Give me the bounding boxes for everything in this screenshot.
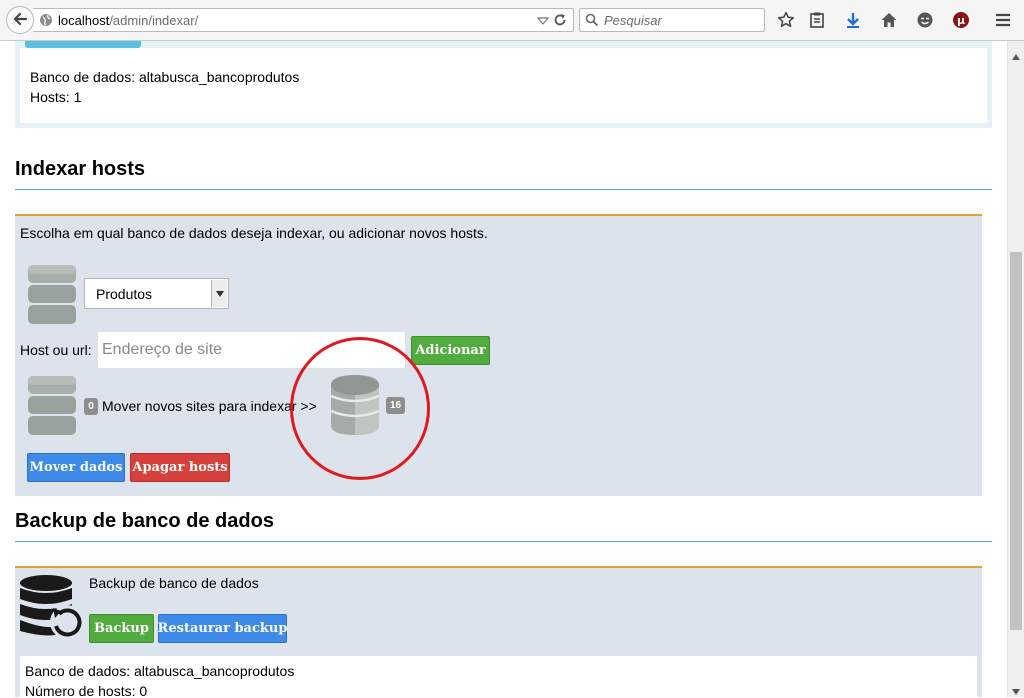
scroll-up-arrow-icon[interactable]	[1012, 47, 1020, 63]
database-info-box: Banco de dados: altabusca_bancoprodutos …	[20, 48, 987, 123]
new-sites-count-badge: 0	[84, 398, 98, 415]
database-select-value: Produtos	[96, 286, 153, 302]
restore-backup-button[interactable]: Restaurar backup	[158, 614, 287, 643]
move-sites-text: Mover novos sites para indexar >>	[102, 398, 317, 414]
page-content: Banco de dados: altabusca_bancoprodutos …	[0, 41, 1007, 697]
index-panel: Escolha em qual banco de dados deseja in…	[15, 214, 982, 496]
download-icon[interactable]	[843, 10, 863, 30]
backup-section-title: Backup de banco de dados	[15, 510, 274, 532]
url-path: /admin/indexar/	[109, 13, 199, 28]
database-select[interactable]: Produtos	[84, 278, 229, 309]
database-icon	[28, 265, 76, 324]
browser-toolbar: localhost/admin/indexar/ µ	[0, 0, 1024, 41]
back-button[interactable]	[6, 6, 34, 34]
database-name: Banco de dados: altabusca_bancoprodutos	[30, 69, 300, 85]
backup-button[interactable]: Backup	[89, 614, 154, 643]
index-section-divider	[15, 189, 992, 190]
index-section-title: Indexar hosts	[15, 158, 146, 180]
move-data-button[interactable]: Mover dados	[27, 453, 125, 482]
star-icon[interactable]	[776, 10, 796, 30]
cut-off-button[interactable]	[25, 41, 141, 48]
vertical-scrollbar[interactable]	[1007, 41, 1024, 697]
url-bar[interactable]: localhost/admin/indexar/	[33, 8, 574, 32]
home-icon[interactable]	[879, 10, 899, 30]
database-icon	[28, 376, 76, 435]
database-restore-icon	[20, 575, 84, 639]
utorrent-icon[interactable]: µ	[951, 10, 971, 30]
url-host: localhost	[58, 13, 110, 28]
host-url-label: Host ou url:	[20, 342, 92, 358]
database-info-panel: Banco de dados: altabusca_bancoprodutos …	[15, 41, 992, 128]
search-icon	[585, 13, 599, 30]
add-host-button[interactable]: Adicionar	[411, 336, 490, 365]
utorrent-label: µ	[957, 14, 965, 27]
back-arrow-icon	[12, 11, 28, 30]
scroll-down-arrow-icon[interactable]	[1012, 682, 1020, 698]
chevron-down-icon[interactable]	[536, 14, 550, 30]
backup-heading: Backup de banco de dados	[89, 575, 259, 591]
delete-hosts-button[interactable]: Apagar hosts	[130, 453, 230, 482]
scrollbar-thumb[interactable]	[1010, 252, 1022, 630]
index-instructions: Escolha em qual banco de dados deseja in…	[20, 225, 488, 241]
backup-panel: Backup de banco de dados Backup Restaura…	[15, 566, 982, 697]
backup-info-box: Banco de dados: altabusca_bancoprodutos …	[20, 656, 977, 697]
globe-icon	[39, 13, 53, 30]
chevron-down-icon[interactable]	[211, 280, 227, 307]
annotation-circle	[290, 337, 430, 480]
search-bar[interactable]	[579, 8, 765, 32]
backup-section-divider	[15, 541, 992, 542]
hosts-count: Hosts: 1	[30, 89, 82, 105]
backup-database-name: Banco de dados: altabusca_bancoprodutos	[25, 663, 295, 679]
url-text[interactable]: localhost/admin/indexar/	[58, 13, 198, 28]
reading-list-icon[interactable]	[807, 10, 827, 30]
search-input[interactable]	[604, 10, 759, 30]
chat-icon[interactable]	[915, 10, 935, 30]
reload-icon[interactable]	[553, 13, 567, 30]
menu-icon[interactable]	[993, 10, 1013, 30]
backup-hosts-count: Número de hosts: 0	[25, 683, 148, 697]
